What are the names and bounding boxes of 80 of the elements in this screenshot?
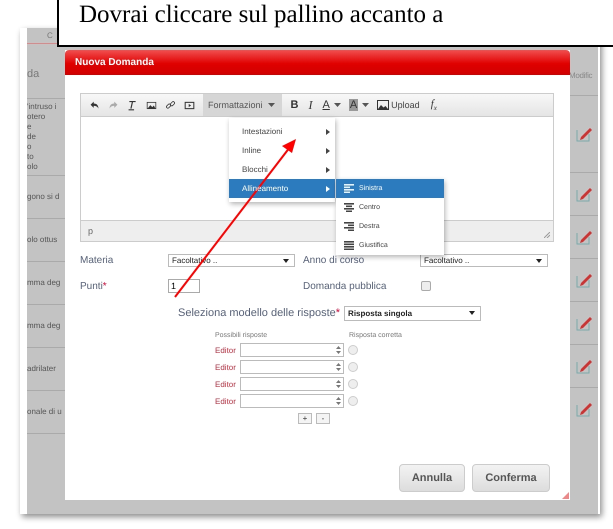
submenu-arrow-icon [326,166,330,172]
spinner-icon [336,379,341,389]
field-label: Editor [215,396,237,406]
answer-field[interactable] [240,343,344,357]
year-select[interactable]: Facoltativo .. [420,254,548,267]
image-icon [146,100,157,110]
add-answer-button[interactable]: + [298,413,312,424]
resize-handle-icon [562,492,569,499]
field-label: Editor [215,362,237,372]
public-checkbox[interactable] [421,281,431,291]
edit-icon [575,400,593,418]
dropdown-arrow-icon [469,311,476,315]
image-icon [377,100,390,110]
field-label: Punti* [80,280,108,292]
submenu-arrow-icon [326,148,330,154]
correct-answer-radio[interactable] [348,396,358,406]
submenu-arrow-icon [326,128,330,134]
align-left-icon [344,184,354,194]
field-label: Domanda pubblica [303,280,388,292]
correct-answer-radio[interactable] [348,362,358,372]
table-cell: olo ottus [27,235,58,245]
background-color-button[interactable]: A [348,99,358,111]
align-right-icon [344,222,354,232]
menu-item[interactable]: Inline [229,141,335,160]
field-label: Materia [80,255,114,266]
italic-button[interactable]: I [303,96,318,114]
spinner-icon [336,396,341,406]
confirm-button[interactable]: Conferma [472,464,550,492]
upload-button[interactable]: Upload [377,96,420,114]
spinner-icon [336,345,341,355]
answer-model-select[interactable]: Risposta singola [344,306,482,320]
formula-button[interactable]: f$_{x}$ [426,96,442,114]
table-cell: mma deg [27,321,60,331]
edit-icon [575,185,593,203]
menu-item[interactable]: Intestazioni [229,122,335,141]
table-cell: mma deg [27,278,60,288]
answer-field[interactable] [240,394,344,408]
dropdown-arrow-icon [283,258,289,262]
link-icon [165,100,176,110]
caret-icon [268,103,275,107]
remove-answer-button[interactable]: - [316,413,330,424]
edit-icon [575,314,593,332]
field-label: Editor [215,346,237,354]
bold-button[interactable]: B [286,96,304,114]
correct-answer-radio[interactable] [348,379,358,389]
edit-icon [575,271,593,289]
redo-icon [108,100,119,110]
correct-answer-radio[interactable] [348,345,358,355]
field-label: Anno di corso [303,255,366,266]
field-label: Editor [215,380,237,388]
field-label: Seleziona modello delle risposte* [178,307,340,319]
cancel-button[interactable]: Annulla [399,464,465,492]
resize-handle-icon [544,232,550,238]
answer-field[interactable] [240,360,344,374]
align-justify-icon [344,240,354,250]
submenu-arrow-icon [326,186,330,192]
edit-icon [575,357,593,375]
callout-text: Dovrai cliccare sul pallino accanto a [79,1,444,29]
clear-format-icon [127,100,138,110]
menu-item[interactable]: Blocchi [229,160,335,179]
column-header: Modific [570,70,594,82]
text-color-button[interactable]: A [317,96,332,114]
caret-icon [334,103,341,107]
points-field[interactable]: 1 [168,279,200,293]
edit-icon [575,125,593,143]
spinner-icon [336,362,341,372]
table-cell: adrilater [27,364,56,374]
dialog-title: Nuova Domanda [65,50,570,75]
answer-field[interactable] [240,377,344,391]
table-cell: onale di u [27,407,62,417]
align-center-icon [344,202,354,212]
format-dropdown[interactable]: Formattazioni [203,94,282,116]
embed-icon [184,100,195,110]
table-cell: 'intruso i otero e de o to olo [27,102,57,172]
undo-icon [89,100,100,110]
element-path: p [88,226,94,236]
edit-icon [575,228,593,246]
caret-icon [362,103,370,107]
table-cell: gono si d [27,192,60,202]
dropdown-arrow-icon [536,258,542,262]
